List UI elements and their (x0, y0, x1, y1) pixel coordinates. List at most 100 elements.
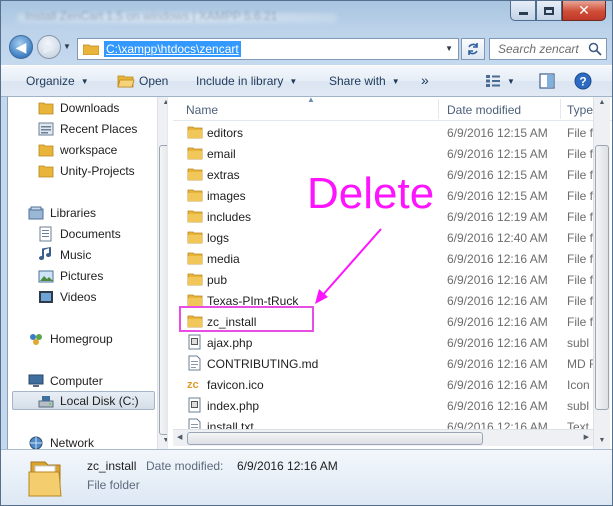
chevron-down-icon: ▼ (289, 76, 298, 86)
sidebar-item-music[interactable]: Music (38, 245, 91, 264)
sidebar-item-computer[interactable]: Computer (28, 371, 103, 390)
folder-icon (28, 461, 62, 497)
forward-button[interactable]: ▶ (37, 35, 61, 59)
file-row[interactable]: ajax.php 6/9/2016 12:16 AM subl (173, 332, 593, 353)
maximize-button[interactable] (536, 1, 562, 21)
file-list-vertical-scrollbar[interactable]: ▲ ▼ (593, 97, 610, 449)
sidebar-item-homegroup[interactable]: Homegroup (28, 329, 113, 348)
sidebar-item-documents[interactable]: Documents (38, 224, 121, 243)
sidebar-item-workspace[interactable]: workspace (38, 140, 117, 159)
chevron-down-icon: ▼ (507, 76, 515, 86)
open-label: Open (139, 74, 169, 88)
file-row[interactable]: CONTRIBUTING.md 6/9/2016 12:16 AM MD F (173, 353, 596, 374)
scroll-right-icon[interactable]: ▶ (584, 433, 589, 441)
sidebar-item-local-disk[interactable]: Local Disk (C:) (12, 391, 155, 410)
organize-button[interactable]: Organize ▼ (26, 74, 89, 88)
zencart-icon: zc (187, 379, 199, 391)
file-name: index.php (207, 399, 260, 413)
recent-pages-dropdown[interactable]: ▼ (63, 42, 73, 52)
open-button[interactable]: Open (117, 73, 168, 89)
chevron-down-icon: ▼ (80, 76, 89, 86)
sidebar-item-pictures[interactable]: Pictures (38, 266, 103, 285)
file-row[interactable]: zc favicon.ico 6/9/2016 12:16 AM Icon (173, 374, 593, 395)
help-icon: ? (574, 72, 592, 90)
change-view-button[interactable]: ▼ (485, 74, 515, 88)
file-date-modified: 6/9/2016 12:15 AM (447, 168, 548, 182)
address-bar[interactable]: C:\xampp\htdocs\zencart ▼ (77, 38, 459, 60)
organize-label: Organize (26, 74, 75, 88)
sidebar-item-downloads[interactable]: Downloads (38, 98, 119, 117)
scroll-up-icon[interactable]: ▲ (596, 99, 608, 109)
minimize-button[interactable] (510, 1, 536, 21)
column-divider[interactable] (438, 99, 439, 119)
file-date-modified: 6/9/2016 12:16 AM (447, 378, 548, 392)
homegroup-icon (30, 333, 42, 345)
share-with-button[interactable]: Share with ▼ (329, 74, 400, 88)
include-library-label: Include in library (196, 74, 284, 88)
column-headers: ▲ Name Date modified Type (173, 97, 612, 121)
close-button[interactable]: ✕ (562, 1, 606, 21)
file-name: media (207, 252, 240, 266)
more-commands-button[interactable]: » (421, 72, 429, 88)
file-date-modified: 6/9/2016 12:16 AM (447, 252, 548, 266)
sidebar-item-label: workspace (60, 142, 118, 157)
include-in-library-button[interactable]: Include in library ▼ (196, 74, 297, 88)
sidebar-item-label: Computer (50, 373, 103, 388)
file-name: email (207, 147, 236, 161)
column-header-date[interactable]: Date modified (447, 103, 521, 117)
search-icon[interactable] (588, 42, 602, 56)
help-button[interactable]: ? (574, 72, 592, 90)
file-name: includes (207, 210, 252, 224)
more-label: » (421, 72, 429, 88)
open-folder-icon (117, 75, 135, 88)
title-bar[interactable]: Install ZenCart 1.5 on windows | XAMPP 5… (7, 5, 457, 27)
refresh-button[interactable] (461, 38, 485, 60)
file-date-modified: 6/9/2016 12:40 AM (447, 231, 548, 245)
file-row[interactable]: index.php 6/9/2016 12:16 AM subl (173, 395, 593, 416)
preview-pane-button[interactable] (539, 73, 555, 89)
videos-icon (39, 290, 53, 303)
computer-icon (28, 374, 44, 387)
file-row[interactable]: editors 6/9/2016 12:15 AM File f (173, 122, 593, 143)
folder-icon (38, 144, 54, 156)
folder-icon (187, 252, 203, 265)
address-path[interactable]: C:\xampp\htdocs\zencart (104, 41, 241, 57)
text-file-icon (188, 355, 201, 371)
annotation-arrow (315, 228, 382, 304)
address-dropdown-icon[interactable]: ▼ (445, 44, 453, 53)
sidebar-item-label: Pictures (60, 268, 104, 283)
sidebar-item-libraries[interactable]: Libraries (28, 203, 96, 222)
scroll-down-icon[interactable]: ▼ (596, 437, 608, 447)
scroll-down-icon[interactable]: ▼ (160, 437, 167, 447)
explorer-window: Install ZenCart 1.5 on windows | XAMPP 5… (0, 0, 613, 506)
sidebar-item-unity-projects[interactable]: Unity-Projects (38, 161, 135, 180)
file-list-horizontal-scrollbar[interactable]: ◀ ▶ (173, 429, 593, 446)
column-header-type[interactable]: Type (567, 103, 593, 117)
column-divider[interactable] (560, 99, 561, 119)
file-date-modified: 6/9/2016 12:15 AM (447, 147, 548, 161)
scrollbar-thumb[interactable] (595, 145, 609, 410)
network-icon (29, 436, 43, 449)
back-button[interactable]: ◀ (9, 35, 33, 59)
sidebar-item-videos[interactable]: Videos (38, 287, 96, 306)
scrollbar-thumb[interactable] (159, 145, 167, 435)
sidebar-item-network[interactable]: Network (28, 433, 94, 449)
folder-icon (83, 44, 99, 55)
navigation-pane-scrollbar[interactable]: ▲ ▼ (157, 97, 167, 449)
file-row[interactable]: email 6/9/2016 12:15 AM File f (173, 143, 593, 164)
annotation-highlight-box (179, 306, 314, 332)
file-name: editors (207, 126, 244, 140)
documents-icon (39, 226, 52, 241)
sidebar-item-label: Recent Places (60, 121, 138, 136)
file-date-modified: 6/9/2016 12:15 AM (447, 189, 548, 203)
horizontal-scrollbar-thumb[interactable] (187, 432, 483, 445)
scroll-left-icon[interactable]: ◀ (177, 433, 182, 441)
column-header-name[interactable]: Name (186, 103, 218, 117)
scroll-up-icon[interactable]: ▲ (160, 99, 167, 109)
sidebar-item-recent-places[interactable]: Recent Places (38, 119, 137, 138)
php-file-icon (188, 397, 201, 413)
search-box[interactable] (489, 38, 607, 60)
libraries-icon (28, 206, 44, 219)
search-input[interactable] (498, 42, 594, 56)
details-name: zc_install (87, 459, 137, 473)
